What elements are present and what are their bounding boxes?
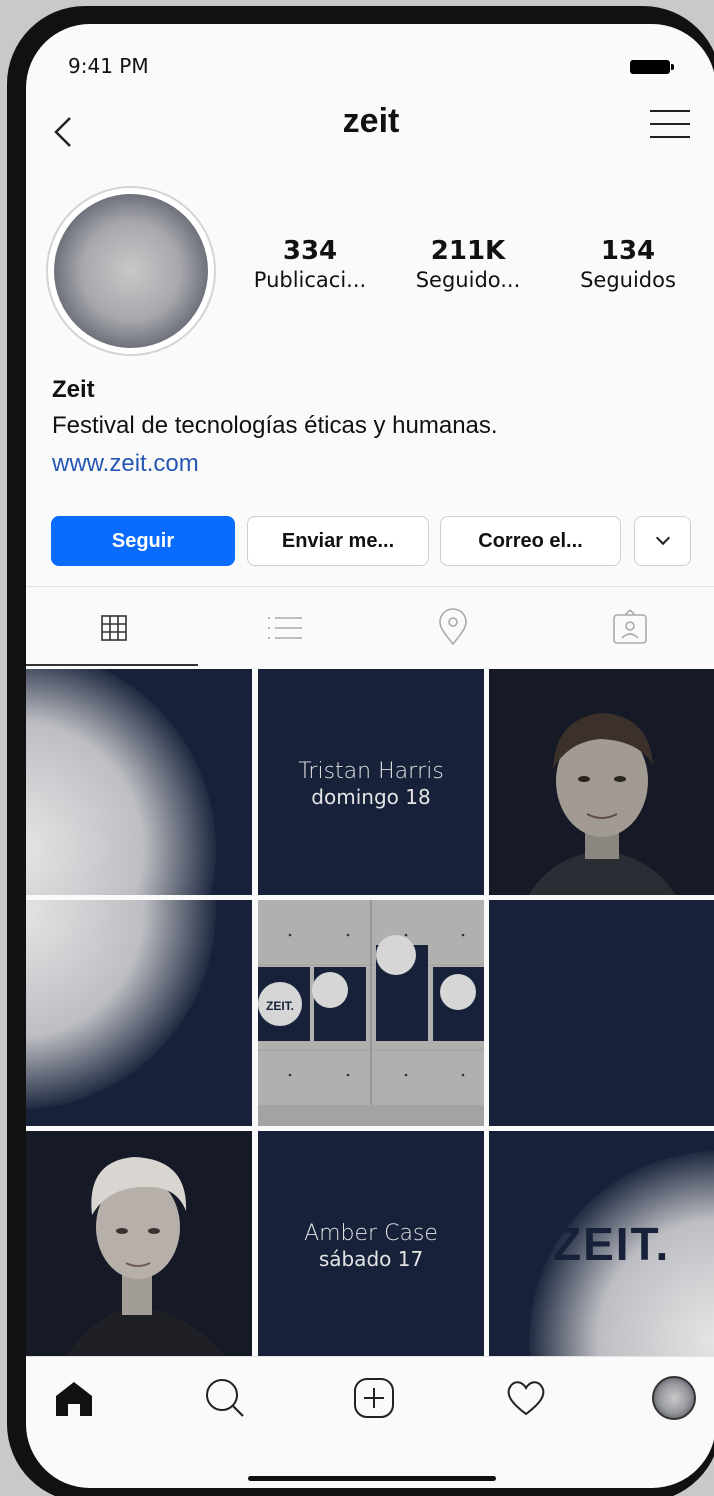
follow-button[interactable]: Seguir (51, 516, 235, 566)
post-tile-3[interactable] (489, 669, 714, 895)
grid-icon[interactable] (94, 608, 134, 648)
post-title: Tristan Harris (298, 759, 444, 784)
phone-frame: 9:41 PM zeit 334 Publicaci... 211K Segui… (7, 6, 714, 1496)
posters-on-wall-image: ZEIT. (258, 900, 484, 1126)
home-icon[interactable] (52, 1376, 96, 1420)
post-subtitle: domingo 18 (311, 785, 431, 809)
stat-posts-label: Publicaci... (253, 268, 367, 292)
profile-website-link[interactable]: www.zeit.com (52, 450, 199, 478)
more-options-button[interactable] (634, 516, 691, 566)
post-title: Amber Case (304, 1221, 438, 1246)
location-icon[interactable] (433, 608, 473, 648)
message-button[interactable]: Enviar me... (247, 516, 429, 566)
tagged-icon[interactable] (610, 608, 650, 648)
poster-logo-text: ZEIT. (266, 999, 294, 1013)
post-tile-5[interactable]: ZEIT. (258, 900, 484, 1126)
heart-icon[interactable] (504, 1376, 548, 1420)
stat-posts-value: 334 (282, 236, 338, 266)
post-tile-4[interactable] (26, 900, 252, 1126)
portrait-woman-image (26, 1131, 252, 1357)
stat-posts[interactable]: 334 Publicaci... (240, 236, 380, 292)
zeit-logo-text: ZEIT. (553, 1218, 671, 1270)
home-indicator (248, 1476, 496, 1481)
hamburger-menu-icon[interactable] (650, 108, 690, 140)
post-tile-2[interactable]: Tristan Harris domingo 18 (258, 669, 484, 895)
status-time: 9:41 PM (68, 54, 149, 78)
profile-avatar[interactable] (46, 186, 216, 356)
divider (26, 1356, 714, 1357)
profile-username: zeit (342, 102, 400, 140)
search-icon[interactable] (203, 1376, 247, 1420)
stat-followers-value: 211K (430, 236, 506, 266)
screen: 9:41 PM zeit 334 Publicaci... 211K Segui… (26, 24, 714, 1488)
battery-icon (630, 60, 674, 74)
post-tile-7[interactable] (26, 1131, 252, 1357)
profile-avatar-icon[interactable] (652, 1376, 696, 1420)
post-tile-6[interactable] (489, 900, 714, 1126)
stat-following[interactable]: 134 Seguidos (558, 236, 698, 292)
stat-followers-label: Seguido... (415, 268, 521, 292)
active-tab-indicator (26, 664, 198, 666)
portrait-man-image (489, 669, 714, 895)
avatar-image (54, 194, 208, 348)
stat-following-value: 134 (600, 236, 656, 266)
post-subtitle: sábado 17 (318, 1247, 424, 1271)
profile-bio: Festival de tecnologías éticas y humanas… (52, 412, 498, 439)
divider (26, 586, 714, 587)
post-tile-1[interactable] (26, 669, 252, 895)
stat-followers[interactable]: 211K Seguido... (398, 236, 538, 292)
post-tile-8[interactable]: Amber Case sábado 17 (258, 1131, 484, 1357)
email-button[interactable]: Correo el... (440, 516, 621, 566)
list-icon[interactable] (264, 608, 304, 648)
stat-following-label: Seguidos (580, 268, 676, 292)
chevron-down-icon (655, 530, 670, 546)
add-post-icon[interactable] (352, 1376, 396, 1420)
post-tile-9[interactable]: ZEIT. (489, 1131, 714, 1357)
profile-name: Zeit (52, 376, 95, 403)
